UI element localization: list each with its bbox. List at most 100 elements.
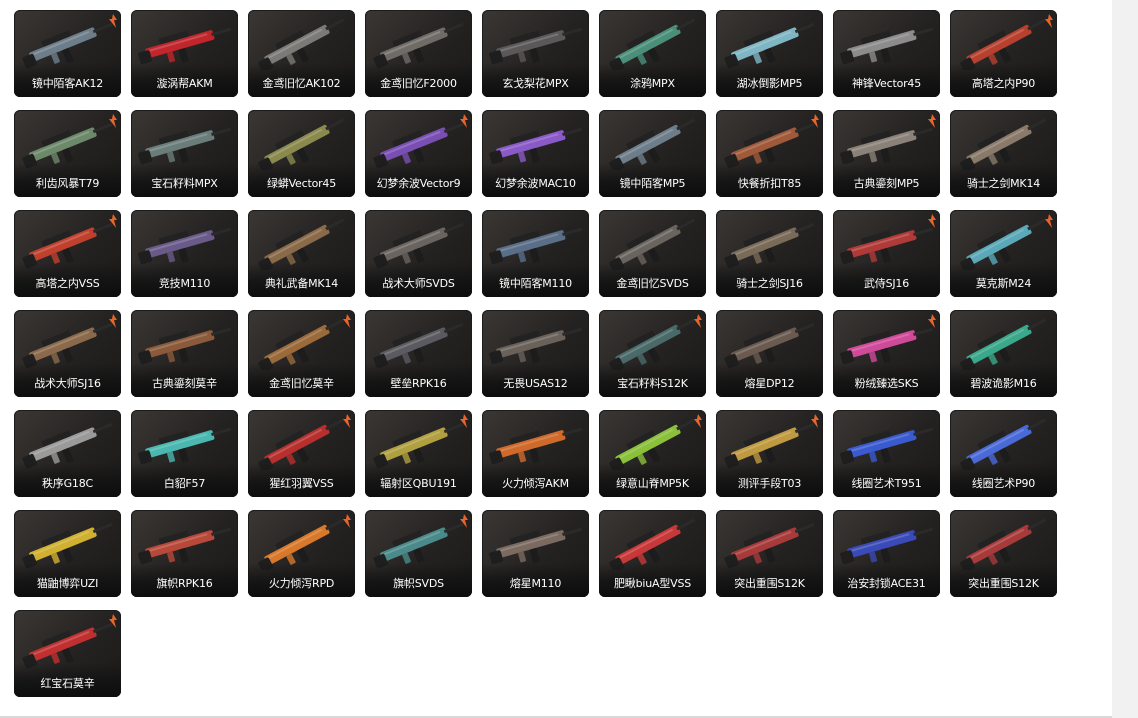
rarity-flame-icon [109, 214, 117, 228]
weapon-image [724, 522, 815, 569]
skin-tile[interactable]: 旗帜RPK16 [131, 510, 238, 597]
skin-tile[interactable]: 熔星M110 [482, 510, 589, 597]
skin-name: 镜中陌客MP5 [619, 177, 686, 190]
skin-name: 测评手段T03 [737, 477, 802, 490]
skin-tile[interactable]: 绿意山脊MP5K [599, 410, 706, 497]
skin-tile[interactable]: 神锋Vector45 [833, 10, 940, 97]
skin-tile[interactable]: 骑士之剑SJ16 [716, 210, 823, 297]
skin-tile[interactable]: 镜中陌客M110 [482, 210, 589, 297]
weapon-image [840, 327, 934, 365]
skin-name: 幻梦余波MAC10 [495, 177, 576, 190]
rarity-flame-icon [1045, 14, 1053, 28]
weapon-image [22, 422, 113, 469]
skin-name: 绿意山脊MP5K [616, 477, 689, 490]
skin-name: 线圈艺术T951 [851, 477, 922, 490]
skin-name: 火力倾泻RPD [268, 577, 335, 590]
skin-tile[interactable]: 高塔之内P90 [950, 10, 1057, 97]
weapon-image [258, 518, 345, 570]
skin-tile[interactable]: 粉绒臻选SKS [833, 310, 940, 397]
weapon-image [960, 318, 1047, 370]
weapon-image [489, 527, 583, 565]
weapon-image [22, 222, 113, 269]
skin-tile[interactable]: 治安封锁ACE31 [833, 510, 940, 597]
skin-tile[interactable]: 幻梦余波MAC10 [482, 110, 589, 197]
skin-tile[interactable]: 火力倾泻AKM [482, 410, 589, 497]
skin-tile[interactable]: 湖冰倒影MP5 [716, 10, 823, 97]
weapon-image [373, 522, 464, 569]
skin-tile[interactable]: 旗帜SVDS [365, 510, 472, 597]
weapon-image [960, 18, 1047, 70]
skin-tile[interactable]: 无畏USAS12 [482, 310, 589, 397]
skin-tile[interactable]: 涂鸦MPX [599, 10, 706, 97]
skin-tile[interactable]: 宝石籽料S12K [599, 310, 706, 397]
weapon-image [138, 527, 232, 565]
weapon-image [258, 118, 345, 170]
skin-tile[interactable]: 熔星DP12 [716, 310, 823, 397]
skin-name: 旗帜RPK16 [156, 577, 213, 590]
skin-tile[interactable]: 金鸢旧忆AK102 [248, 10, 355, 97]
weapon-image [724, 222, 815, 269]
skin-tile[interactable]: 壁垒RPK16 [365, 310, 472, 397]
rarity-flame-icon [928, 114, 936, 128]
skin-tile[interactable]: 猫鼬博弈UZI [14, 510, 121, 597]
skin-tile[interactable]: 金鸢旧忆SVDS [599, 210, 706, 297]
skin-tile[interactable]: 高塔之内VSS [14, 210, 121, 297]
skin-tile[interactable]: 武侍SJ16 [833, 210, 940, 297]
weapon-image [840, 27, 934, 65]
skin-tile[interactable]: 碧波诡影M16 [950, 310, 1057, 397]
skin-tile[interactable]: 金鸢旧忆莫辛 [248, 310, 355, 397]
skin-tile[interactable]: 古典鎏刻莫辛 [131, 310, 238, 397]
skin-tile[interactable]: 镜中陌客AK12 [14, 10, 121, 97]
skin-tile[interactable]: 玄戈梨花MPX [482, 10, 589, 97]
skin-name: 壁垒RPK16 [390, 377, 447, 390]
skin-tile[interactable]: 竞技M110 [131, 210, 238, 297]
skin-tile[interactable]: 战术大师SVDS [365, 210, 472, 297]
skin-tile[interactable]: 快餐折扣T85 [716, 110, 823, 197]
skin-tile[interactable]: 漩涡帮AKM [131, 10, 238, 97]
skin-tile[interactable]: 突出重围S12K [950, 510, 1057, 597]
skin-tile[interactable]: 骑士之剑MK14 [950, 110, 1057, 197]
skin-tile[interactable]: 战术大师SJ16 [14, 310, 121, 397]
scrollbar-track[interactable] [1112, 0, 1138, 718]
skin-grid: 镜中陌客AK12 漩涡帮AKM 金鸢旧忆AK102 金鸢旧忆F2000 玄戈梨花MPX 涂… [14, 10, 1057, 697]
skin-name: 线圈艺术P90 [971, 477, 1036, 490]
weapon-image [724, 422, 815, 469]
skin-tile[interactable]: 宝石籽料MPX [131, 110, 238, 197]
skin-tile[interactable]: 红宝石莫辛 [14, 610, 121, 697]
weapon-image [22, 22, 113, 69]
rarity-flame-icon [343, 514, 351, 528]
skin-tile[interactable]: 利齿风暴T79 [14, 110, 121, 197]
rarity-flame-icon [460, 514, 468, 528]
skin-tile[interactable]: 火力倾泻RPD [248, 510, 355, 597]
skin-tile[interactable]: 秩序G18C [14, 410, 121, 497]
rarity-flame-icon [694, 314, 702, 328]
skin-tile[interactable]: 测评手段T03 [716, 410, 823, 497]
skin-name: 利齿风暴T79 [35, 177, 100, 190]
weapon-image [609, 118, 696, 170]
weapon-image [609, 18, 696, 70]
skin-tile[interactable]: 白貂F57 [131, 410, 238, 497]
skin-tile[interactable]: 线圈艺术P90 [950, 410, 1057, 497]
weapon-image [373, 22, 464, 69]
skin-tile[interactable]: 猩红羽翼VSS [248, 410, 355, 497]
skin-tile[interactable]: 莫克斯M24 [950, 210, 1057, 297]
skin-name: 战术大师SVDS [382, 277, 455, 290]
skin-name: 古典鎏刻莫辛 [152, 377, 217, 390]
skin-tile[interactable]: 绿蟒Vector45 [248, 110, 355, 197]
rarity-flame-icon [694, 414, 702, 428]
skin-tile[interactable]: 镜中陌客MP5 [599, 110, 706, 197]
skin-tile[interactable]: 幻梦余波Vector9 [365, 110, 472, 197]
rarity-flame-icon [460, 414, 468, 428]
skin-tile[interactable]: 古典鎏刻MP5 [833, 110, 940, 197]
weapon-image [724, 22, 815, 69]
weapon-image [373, 422, 464, 469]
skin-tile[interactable]: 金鸢旧忆F2000 [365, 10, 472, 97]
skin-tile[interactable]: 突出重围S12K [716, 510, 823, 597]
skin-tile[interactable]: 典礼武备MK14 [248, 210, 355, 297]
weapon-image [724, 122, 815, 169]
weapon-image [960, 218, 1047, 270]
skin-name: 湖冰倒影MP5 [736, 77, 803, 90]
skin-tile[interactable]: 线圈艺术T951 [833, 410, 940, 497]
skin-tile[interactable]: 辐射区QBU191 [365, 410, 472, 497]
skin-tile[interactable]: 肥瞅biuA型VSS [599, 510, 706, 597]
